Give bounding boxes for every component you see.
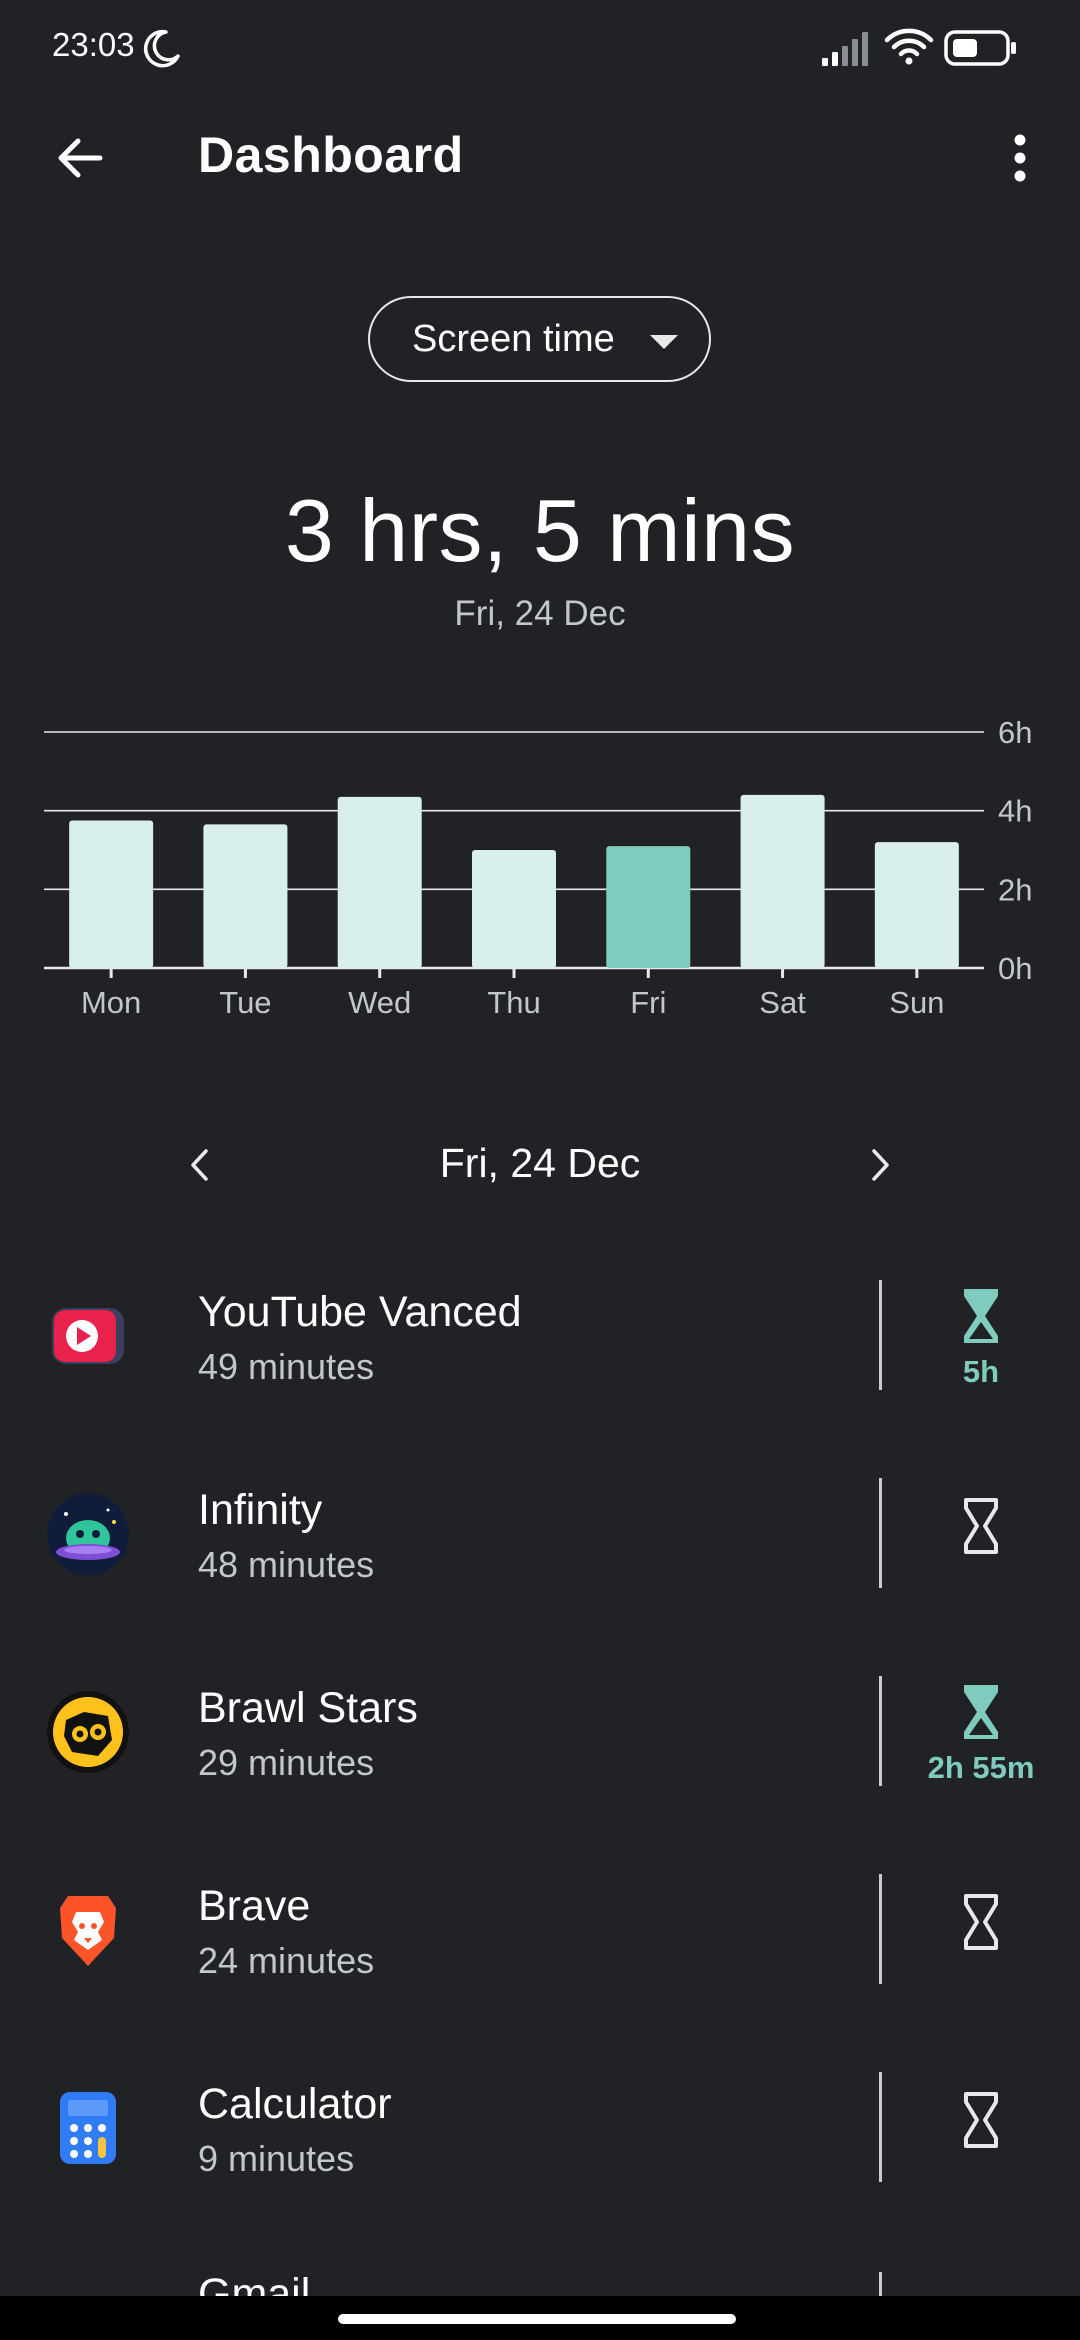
calculator-icon — [60, 2092, 116, 2164]
next-day-button[interactable] — [850, 1130, 910, 1200]
app-row-youtube-vanced[interactable]: YouTube Vanced 49 minutes 5h — [0, 1238, 1080, 1436]
app-name: Brawl Stars — [198, 1684, 418, 1732]
app-row-infinity[interactable]: Infinity 48 minutes — [0, 1436, 1080, 1634]
x-tick-label: Sun — [889, 985, 944, 1020]
row-divider — [879, 2072, 882, 2182]
x-tick-label: Wed — [348, 985, 411, 1020]
app-timer-button[interactable]: 5h — [910, 1278, 1052, 1398]
app-timer-button[interactable]: 2h 55m — [910, 1674, 1052, 1794]
brawl-stars-icon — [47, 1691, 129, 1773]
brave-icon — [60, 1896, 116, 1966]
hourglass-outline-icon — [964, 1894, 998, 1950]
timer-limit: 5h — [962, 1354, 1000, 1389]
app-name: Brave — [198, 1882, 311, 1930]
timer-limit: 2h 55m — [927, 1750, 1035, 1785]
more-vert-icon — [1014, 134, 1026, 182]
y-tick-label: 2h — [998, 872, 1032, 907]
x-tick-label: Thu — [487, 985, 540, 1020]
home-indicator[interactable] — [338, 2314, 736, 2324]
weekly-usage-chart: 0h 2h 4h 6h Mon Tue Wed Thu Fri Sat Sun — [44, 715, 1032, 1020]
hourglass-outline-icon — [964, 2092, 998, 2148]
chart-bar — [472, 850, 556, 968]
app-usage: 9 minutes — [198, 2138, 355, 2179]
app-usage: 29 minutes — [198, 1742, 375, 1783]
battery-icon — [944, 30, 1016, 66]
x-tick-label: Sat — [759, 985, 806, 1020]
caret-down-icon — [650, 335, 678, 349]
app-usage-list: YouTube Vanced 49 minutes 5h Infinity 48… — [0, 1238, 1080, 2228]
moon-icon — [143, 29, 180, 68]
metric-dropdown[interactable]: Screen time — [368, 296, 711, 382]
wifi-icon — [884, 28, 934, 65]
row-divider — [879, 1478, 882, 1588]
chevron-right-icon — [872, 1149, 889, 1181]
app-timer-button[interactable] — [910, 1872, 1052, 1992]
arrow-left-icon — [58, 138, 103, 178]
total-date: Fri, 24 Dec — [454, 594, 626, 633]
chart-bar — [203, 824, 288, 968]
app-name: YouTube Vanced — [198, 1288, 522, 1336]
app-timer-button[interactable] — [910, 2070, 1052, 2190]
chart-bar — [69, 820, 154, 968]
chart-bar — [874, 842, 959, 968]
y-tick-label: 4h — [998, 794, 1032, 829]
app-usage: 24 minutes — [198, 1940, 375, 1981]
hourglass-outline-icon — [964, 1498, 998, 1554]
x-tick-label: Fri — [630, 985, 666, 1020]
y-tick-label: 6h — [998, 715, 1032, 750]
app-row-brawl-stars[interactable]: Brawl Stars 29 minutes 2h 55m — [0, 1634, 1080, 1832]
app-row-calculator[interactable]: Calculator 9 minutes — [0, 2030, 1080, 2228]
page-title: Dashboard — [198, 127, 464, 183]
y-tick-label: 0h — [998, 951, 1032, 986]
app-timer-button[interactable] — [910, 1476, 1052, 1596]
youtube-vanced-icon — [52, 1308, 124, 1364]
x-tick-label: Mon — [81, 985, 141, 1020]
signal-icon — [822, 32, 868, 66]
chart-bar — [606, 846, 691, 968]
day-navigation: Fri, 24 Dec — [0, 1130, 1080, 1210]
back-button[interactable] — [40, 118, 120, 198]
row-divider — [879, 1280, 882, 1390]
hourglass-filled-icon — [964, 1289, 998, 1343]
system-navigation-bar — [0, 2296, 1080, 2340]
app-usage: 48 minutes — [198, 1544, 375, 1585]
status-bar: 23:03 — [0, 0, 1080, 96]
row-divider — [879, 1874, 882, 1984]
chart-bar — [740, 794, 825, 968]
app-name: Infinity — [198, 1486, 323, 1534]
app-row-brave[interactable]: Brave 24 minutes — [0, 1832, 1080, 2030]
more-options-button[interactable] — [990, 118, 1050, 198]
selected-day-label: Fri, 24 Dec — [439, 1140, 641, 1186]
top-app-bar: Dashboard — [0, 110, 1080, 200]
row-divider — [879, 1676, 882, 1786]
app-usage: 49 minutes — [198, 1346, 375, 1387]
chart-bar — [337, 796, 422, 968]
status-time: 23:03 — [52, 26, 135, 63]
row-divider — [879, 2272, 882, 2296]
infinity-icon — [47, 1493, 129, 1575]
total-screen-time: 3 hrs, 5 mins — [284, 481, 796, 580]
x-tick-label: Tue — [219, 985, 271, 1020]
metric-dropdown-label: Screen time — [412, 317, 615, 360]
app-name: Calculator — [198, 2080, 392, 2128]
hourglass-filled-icon — [964, 1685, 998, 1739]
